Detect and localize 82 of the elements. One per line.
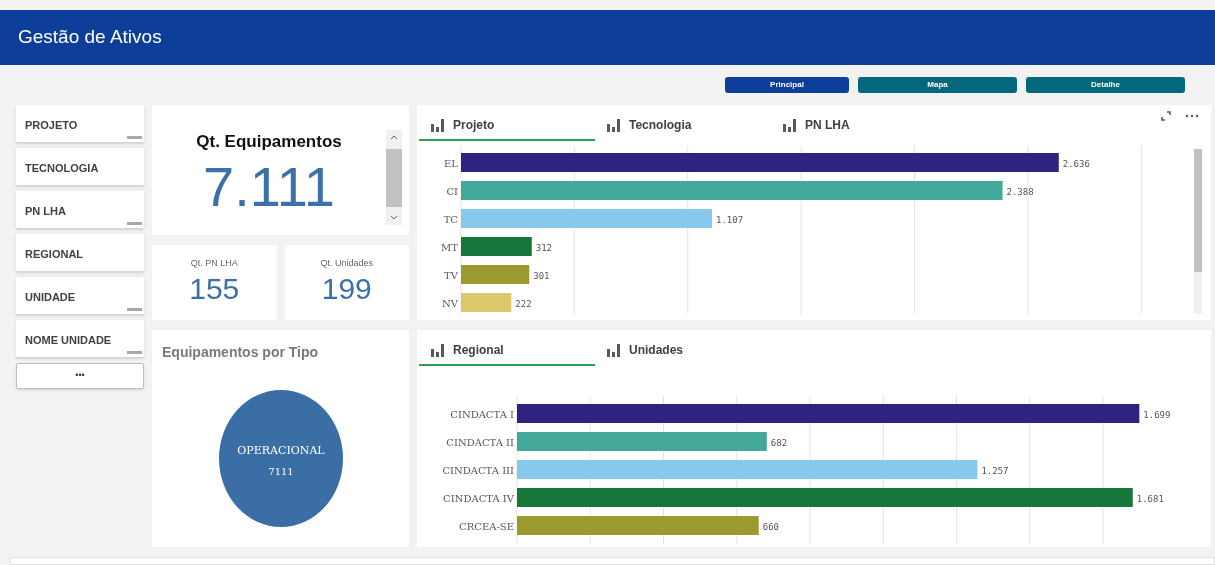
chart-tab[interactable]: PN LHA	[771, 111, 947, 141]
value-label: 1.699	[1143, 409, 1171, 420]
value-label: 1.107	[716, 214, 744, 225]
filter-label: TECNOLOGIA	[25, 162, 99, 174]
pie-slice[interactable]	[218, 390, 343, 527]
scrollbar-thumb[interactable]	[1194, 149, 1202, 272]
bar[interactable]	[517, 432, 767, 451]
kpi-value: 155	[189, 270, 240, 307]
bar[interactable]	[461, 293, 512, 312]
nav-button[interactable]: Principal	[725, 77, 849, 93]
bar[interactable]	[461, 209, 713, 228]
scroll-indicator	[127, 351, 142, 354]
y-axis-label: CINDACTA III	[442, 464, 514, 476]
filter-pane[interactable]: PN LHA	[16, 191, 144, 229]
y-axis-label: CINDACTA IV	[443, 492, 514, 504]
bar[interactable]	[461, 181, 1003, 200]
value-label: 682	[770, 437, 788, 448]
bar[interactable]	[517, 516, 759, 535]
app-title: Gestão de Ativos	[18, 25, 162, 50]
scroll-indicator	[127, 308, 142, 311]
filter-pane[interactable]: PROJETO	[16, 105, 144, 143]
chevron-down-icon[interactable]	[390, 215, 398, 221]
bar[interactable]	[517, 488, 1133, 507]
value-label: 2.388	[1006, 186, 1034, 197]
more-filters-button[interactable]: •••	[16, 363, 144, 389]
nav-button[interactable]: Detalhe	[1026, 77, 1185, 93]
chart-tab[interactable]: Regional	[419, 336, 595, 366]
filter-pane[interactable]: UNIDADE	[16, 277, 144, 315]
value-label: 660	[762, 521, 779, 532]
value-label: 1.681	[1136, 493, 1164, 504]
expand-icon[interactable]	[1161, 111, 1171, 121]
scroll-indicator	[127, 136, 142, 139]
y-axis-label: MT	[441, 241, 458, 253]
bar[interactable]	[461, 237, 532, 256]
kpi-value: 199	[321, 270, 372, 307]
chart-tab[interactable]: Projeto	[419, 111, 595, 141]
bar-chart-icon	[431, 343, 445, 357]
nav-button[interactable]: Mapa	[858, 77, 1017, 93]
bar-chart-icon	[607, 343, 621, 357]
filter-pane[interactable]: TECNOLOGIA	[16, 148, 144, 186]
y-axis-label: CRCEA-SE	[459, 520, 514, 532]
kpi-title: Qt. Equipamentos	[196, 131, 342, 153]
filter-label: REGIONAL	[25, 248, 84, 260]
scrollbar[interactable]	[1194, 149, 1202, 314]
scroll-indicator	[127, 222, 142, 225]
value-label: 312	[535, 242, 552, 253]
y-axis-label: TV	[444, 269, 458, 281]
chart-tab[interactable]: Unidades	[595, 336, 771, 366]
bar[interactable]	[517, 404, 1140, 423]
bar[interactable]	[461, 153, 1059, 172]
y-axis-label: CINDACTA I	[450, 408, 514, 420]
filter-label: PROJETO	[25, 119, 78, 131]
chart-title: Equipamentos por Tipo	[162, 343, 320, 362]
chevron-up-icon[interactable]	[390, 134, 398, 140]
value-label: 222	[515, 298, 532, 309]
filter-label: PN LHA	[25, 205, 66, 217]
value-label: 301	[533, 270, 550, 281]
y-axis-label: TC	[443, 213, 458, 225]
scrollbar-thumb[interactable]	[386, 148, 402, 207]
kpi-title: Qt. Unidades	[320, 257, 373, 270]
value-label: 1.257	[981, 465, 1009, 476]
y-axis-label: CI	[446, 185, 458, 197]
y-axis-label: CINDACTA II	[446, 436, 514, 448]
y-axis-label: EL	[444, 157, 458, 169]
slice-value: 7111	[267, 466, 294, 477]
filter-label: NOME UNIDADE	[25, 334, 112, 346]
more-icon[interactable]	[1185, 114, 1199, 118]
filter-pane[interactable]: REGIONAL	[16, 234, 144, 272]
bar-chart-icon	[783, 118, 797, 132]
filter-label: UNIDADE	[25, 291, 76, 303]
bar-chart-icon	[431, 118, 445, 132]
kpi-title: Qt. PN LHA	[190, 257, 238, 270]
value-label: 2.636	[1062, 158, 1090, 169]
bar-chart-icon	[607, 118, 621, 132]
slice-label: OPERACIONAL	[236, 444, 325, 457]
bar[interactable]	[461, 265, 530, 284]
bar[interactable]	[517, 460, 978, 479]
chart-tab[interactable]: Tecnologia	[595, 111, 771, 141]
scrollbar[interactable]	[386, 130, 402, 225]
kpi-value: 7.111	[203, 154, 335, 219]
filter-pane[interactable]: NOME UNIDADE	[16, 320, 144, 358]
y-axis-label: NV	[442, 297, 458, 309]
